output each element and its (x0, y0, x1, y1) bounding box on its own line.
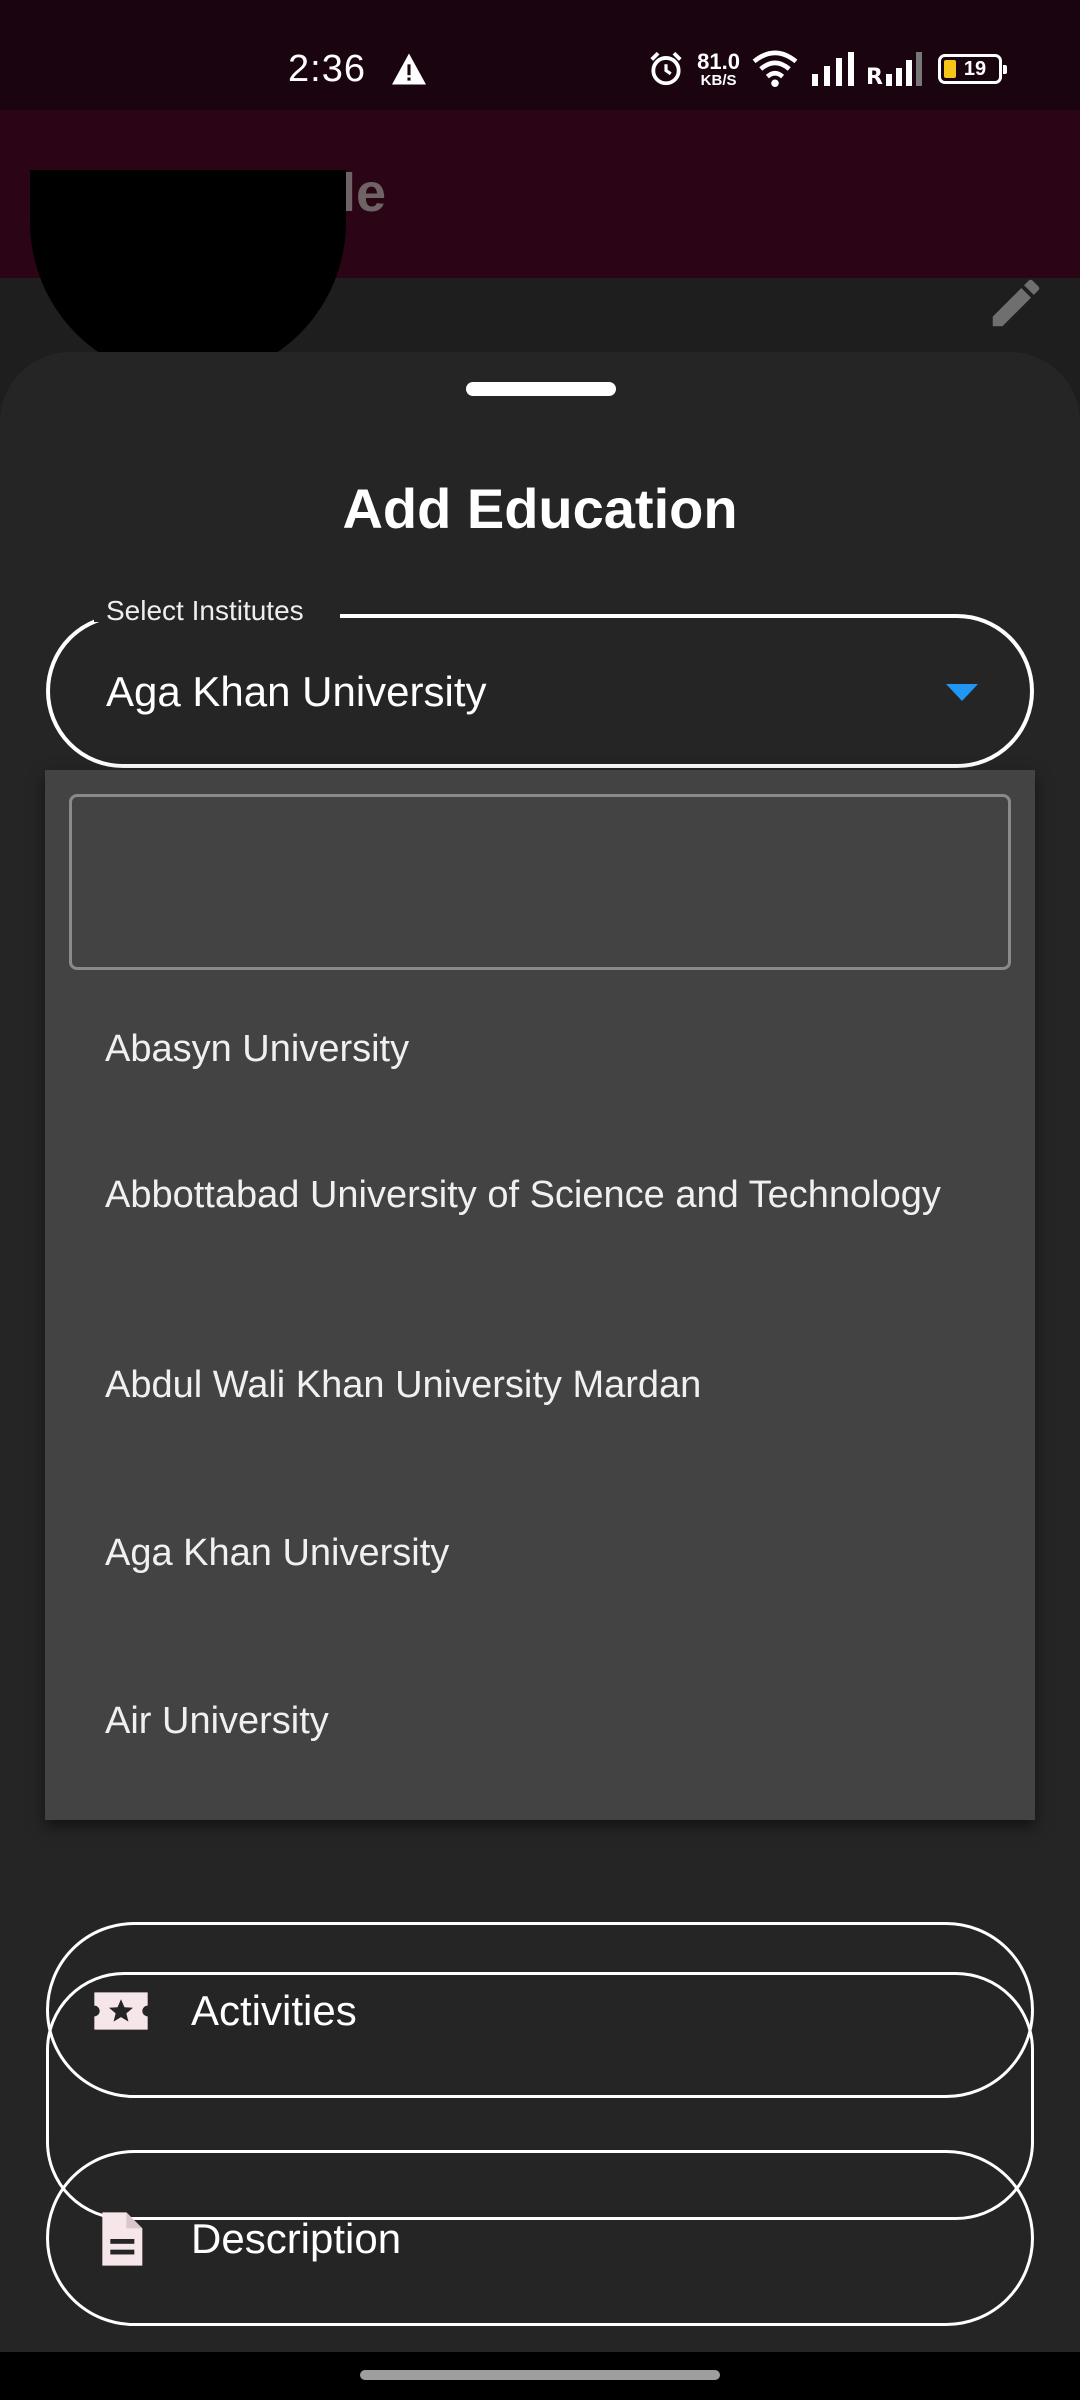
dropdown-search-input[interactable] (69, 794, 1011, 970)
signal-icon (812, 52, 854, 86)
screen: 2:36 81.0 KB/S R 19 Add Education Select… (0, 0, 1080, 2400)
dropdown-item[interactable]: Aga Khan University (105, 1530, 985, 1576)
institute-select-label: Select Institutes (94, 596, 340, 622)
status-bar: 2:36 81.0 KB/S R 19 (0, 0, 1080, 110)
net-speed-unit: KB/S (700, 71, 737, 89)
institute-dropdown: Abasyn University Abbottabad University … (45, 770, 1035, 1820)
description-label: Description (191, 2215, 402, 2262)
net-speed: 81.0 KB/S (697, 48, 740, 89)
drag-handle[interactable] (466, 382, 616, 396)
alarm-icon (650, 51, 682, 86)
activities-label: Activities (191, 1987, 357, 2034)
battery-fill (944, 60, 956, 78)
net-speed-value: 81.0 (697, 48, 740, 74)
dropdown-item[interactable]: Abasyn University (105, 1026, 985, 1072)
dropdown-item[interactable]: Abdul Wali Khan University Mardan (105, 1362, 985, 1408)
description-field[interactable]: Description (46, 2150, 1034, 2326)
home-gesture-handle[interactable] (360, 2370, 720, 2380)
battery-icon: 19 (938, 54, 1007, 84)
institute-select-value: Aga Khan University (106, 668, 487, 715)
wifi-icon (752, 50, 798, 88)
chevron-down-icon[interactable] (946, 684, 978, 701)
svg-text:R: R (866, 65, 883, 86)
signal-roaming-icon: R (866, 52, 922, 86)
navigation-bar (0, 2352, 1080, 2400)
institute-select[interactable]: Select Institutes Aga Khan University (46, 596, 1034, 768)
edit-icon[interactable] (985, 272, 1047, 334)
warning-icon (392, 53, 426, 85)
dropdown-item[interactable]: Abbottabad University of Science and Tec… (105, 1172, 985, 1218)
status-time: 2:36 (288, 48, 366, 90)
activities-field[interactable]: Activities (46, 1922, 1034, 2098)
document-icon (102, 2212, 143, 2266)
sheet-title: Add Education (342, 477, 738, 540)
ticket-star-icon (94, 1992, 148, 2030)
battery-level: 19 (963, 57, 987, 80)
status-icons: 81.0 KB/S R 19 (647, 46, 1007, 92)
dropdown-item[interactable]: Air University (105, 1698, 985, 1744)
